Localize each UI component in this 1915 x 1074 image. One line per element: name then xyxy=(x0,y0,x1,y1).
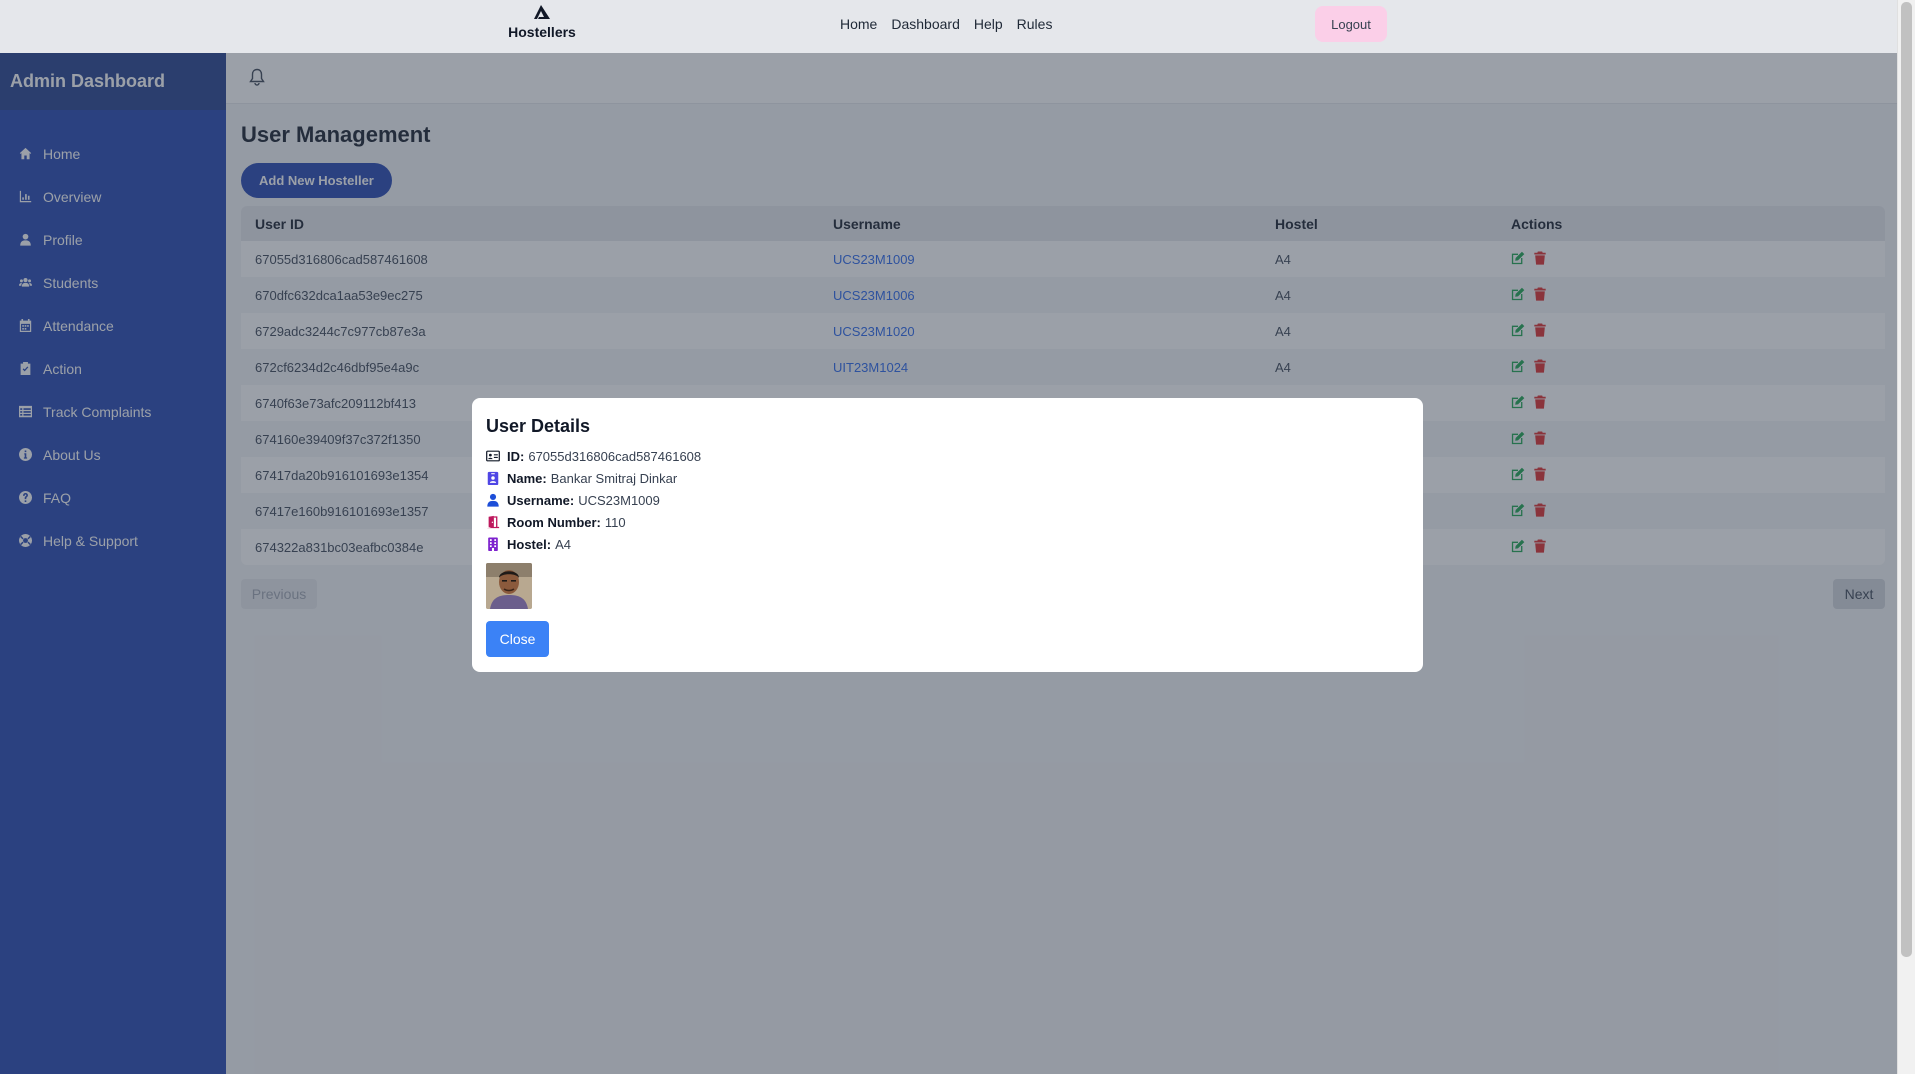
brand-name: Hostellers xyxy=(508,24,576,40)
detail-label: Room Number: xyxy=(507,514,601,530)
detail-value: 67055d316806cad587461608 xyxy=(528,448,702,464)
nav-dashboard-link[interactable]: Dashboard xyxy=(891,16,960,32)
user-icon xyxy=(486,493,500,507)
id-badge-icon xyxy=(486,471,500,485)
detail-label: Hostel: xyxy=(507,536,552,552)
detail-id: ID: 67055d316806cad587461608 xyxy=(486,445,1409,467)
door-icon xyxy=(486,515,500,529)
brand[interactable]: Hostellers xyxy=(500,4,584,40)
detail-room-number: Room Number: 110 xyxy=(486,511,1409,533)
close-button[interactable]: Close xyxy=(486,621,549,657)
nav-home-link[interactable]: Home xyxy=(840,16,877,32)
detail-hostel: Hostel: A4 xyxy=(486,533,1409,555)
detail-value: UCS23M1009 xyxy=(578,492,660,508)
user-details-modal: User Details ID: 67055d316806cad587461608… xyxy=(472,398,1423,672)
scrollbar-thumb[interactable] xyxy=(1901,2,1912,957)
nav-rules-link[interactable]: Rules xyxy=(1017,16,1053,32)
logout-button[interactable]: Logout xyxy=(1315,6,1387,42)
nav-help-link[interactable]: Help xyxy=(974,16,1003,32)
detail-label: Username: xyxy=(507,492,575,508)
top-nav-links: Home Dashboard Help Rules xyxy=(840,16,1052,32)
logo-icon xyxy=(534,5,550,19)
detail-value: 110 xyxy=(604,514,626,530)
building-icon xyxy=(486,537,500,551)
top-navbar: Hostellers Home Dashboard Help Rules Log… xyxy=(0,0,1897,53)
detail-value: A4 xyxy=(555,536,571,552)
detail-label: Name: xyxy=(507,470,547,486)
id-card-icon xyxy=(486,449,500,463)
modal-title: User Details xyxy=(486,416,591,436)
detail-value: Bankar Smitraj Dinkar xyxy=(550,470,678,486)
user-photo xyxy=(486,563,532,609)
detail-username: Username: UCS23M1009 xyxy=(486,489,1409,511)
detail-name: Name: Bankar Smitraj Dinkar xyxy=(486,467,1409,489)
detail-label: ID: xyxy=(507,448,525,464)
scrollbar[interactable] xyxy=(1897,0,1915,1074)
